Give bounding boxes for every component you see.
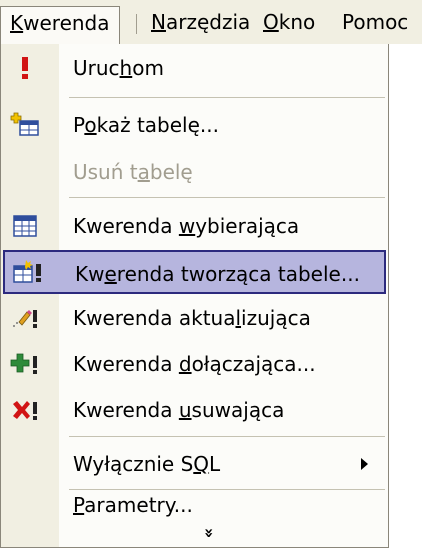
menu-item-update-query[interactable]: Kwerenda aktualizująca [1, 296, 388, 340]
menu-divider [69, 436, 385, 437]
menubar-label: arzędzia [165, 10, 251, 34]
mnemonic: K [10, 11, 24, 35]
menu-item-parameters[interactable]: Parametry... [1, 486, 388, 524]
select-query-icon [10, 212, 40, 240]
menu-item-label: Kwerenda aktualizująca [73, 306, 311, 330]
menu-item-select-query[interactable]: Kwerenda wybierająca [1, 204, 388, 248]
mnemonic: O [263, 10, 279, 34]
menu-item-label: Kwerenda usuwająca [73, 398, 285, 422]
menu-divider [69, 97, 385, 98]
menu-item-show-table[interactable]: Pokaż tabelę... [1, 103, 388, 147]
menubar-item-narzedzia[interactable]: Narzędzia [142, 6, 259, 38]
append-query-icon [10, 350, 40, 378]
menubar-label: werenda [23, 11, 110, 35]
show-table-icon [10, 111, 40, 139]
menu-item-label: Kwerenda tworząca tabele... [75, 262, 360, 286]
menu-item-sql-specific[interactable]: Wyłącznie SQL [1, 442, 388, 486]
delete-query-icon [10, 396, 40, 424]
menu-bar: Kwerenda Narzędzia Okno Pomoc [0, 0, 422, 45]
expand-menu-button[interactable]: » [1, 522, 388, 546]
dropdown-menu-kwerenda: Uruchom Pokaż tabelę... Usuń tabelę Kwer… [0, 44, 389, 548]
menubar-label: kno [278, 10, 316, 34]
menu-item-label: Uruchom [73, 56, 164, 80]
menu-item-label: Kwerenda dołączająca... [73, 352, 316, 376]
menu-item-run[interactable]: Uruchom [1, 46, 388, 90]
menu-item-label: Wyłącznie SQL [73, 452, 221, 476]
run-exclamation-icon [10, 54, 40, 82]
menubar-label: Pomoc [342, 10, 409, 34]
menubar-item-kwerenda[interactable]: Kwerenda [0, 6, 120, 45]
menu-item-remove-table: Usuń tabelę [1, 150, 388, 194]
update-query-icon [10, 304, 40, 332]
double-chevron-down-icon: » [200, 527, 220, 539]
menu-item-append-query[interactable]: Kwerenda dołączająca... [1, 342, 388, 386]
menu-item-label: Kwerenda wybierająca [73, 214, 300, 238]
menu-divider [69, 197, 385, 198]
menu-item-label: Usuń tabelę [73, 160, 193, 184]
menu-item-label: Pokaż tabelę... [73, 113, 219, 137]
mnemonic: N [151, 10, 166, 34]
submenu-arrow-icon [361, 458, 368, 470]
menubar-item-pomoc[interactable]: Pomoc [333, 6, 422, 38]
make-table-query-icon [12, 258, 42, 286]
menubar-item-okno[interactable]: Okno [254, 6, 324, 38]
menu-item-label: Parametry... [73, 493, 193, 517]
menu-item-delete-query[interactable]: Kwerenda usuwająca [1, 388, 388, 432]
menu-item-make-table-query[interactable]: Kwerenda tworząca tabele... [3, 250, 386, 294]
menubar-separator [136, 14, 137, 34]
